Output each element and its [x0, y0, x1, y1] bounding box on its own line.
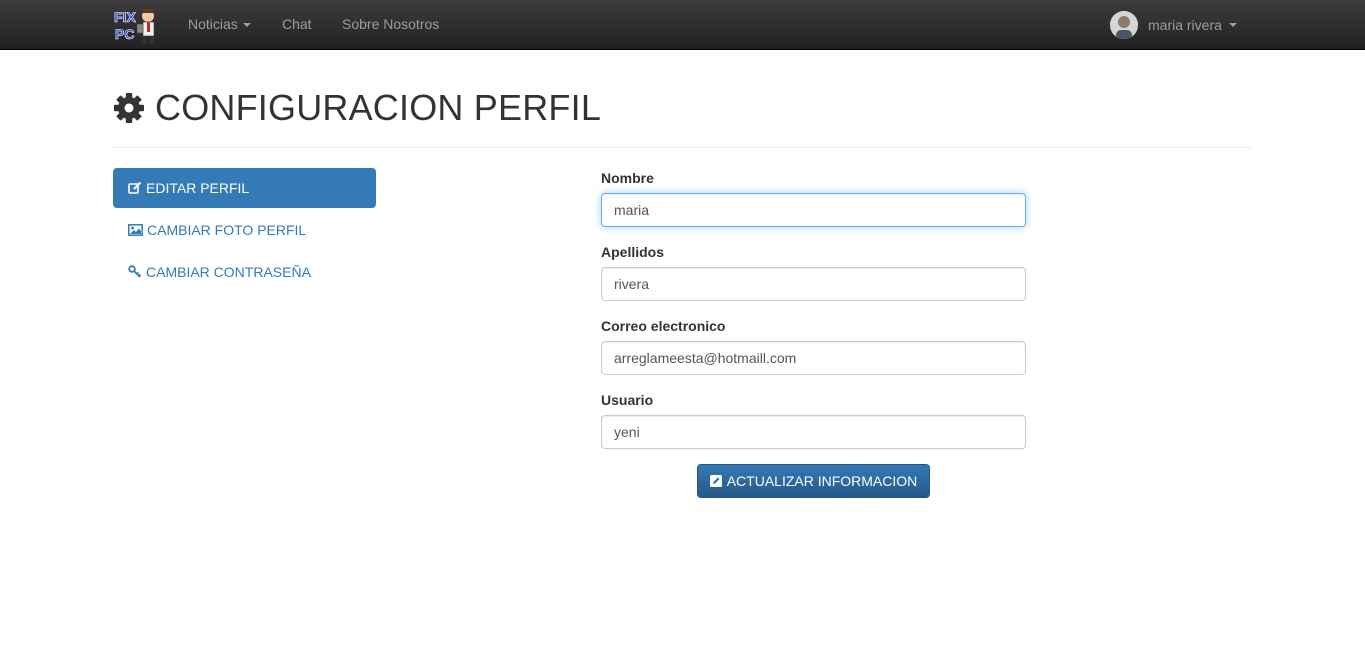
nav-sobre-nosotros-label: Sobre Nosotros — [342, 16, 440, 32]
nav-noticias[interactable]: Noticias — [188, 0, 251, 50]
caret-down-icon — [242, 23, 251, 28]
caret-down-icon — [1228, 23, 1237, 27]
correo-label: Correo electronico — [601, 318, 726, 334]
sidebar-item-label: CAMBIAR CONTRASEÑA — [146, 264, 311, 280]
nombre-label: Nombre — [601, 170, 654, 186]
page-header: CONFIGURACION PERFIL — [113, 86, 601, 130]
user-menu[interactable]: maria rivera — [1110, 0, 1237, 50]
sidebar-item-label: EDITAR PERFIL — [146, 180, 250, 196]
apellidos-label: Apellidos — [601, 244, 665, 260]
user-name: maria rivera — [1148, 17, 1222, 33]
sidebar-item-editar-perfil[interactable]: EDITAR PERFIL — [113, 168, 376, 208]
brand-logo-image: FIX PC — [114, 9, 155, 44]
gear-icon — [114, 93, 144, 123]
edit-icon — [128, 181, 142, 194]
avatar — [1110, 11, 1138, 39]
brand-line1: FIX — [114, 9, 136, 25]
brand-logo[interactable]: FIX PC — [113, 6, 159, 46]
correo-input[interactable] — [601, 341, 1026, 375]
sidebar-item-label: CAMBIAR FOTO PERFIL — [147, 222, 307, 238]
avatar-image — [1110, 11, 1138, 39]
actualizar-informacion-button[interactable]: ACTUALIZAR INFORMACION — [697, 464, 930, 498]
picture-icon — [128, 224, 143, 236]
nav-noticias-label: Noticias — [188, 16, 238, 32]
key-icon — [128, 265, 142, 278]
actualizar-informacion-label: ACTUALIZAR INFORMACION — [726, 473, 918, 489]
usuario-label: Usuario — [601, 392, 654, 408]
nav-chat-label: Chat — [282, 16, 312, 32]
pencil-square-icon — [709, 475, 722, 487]
sidebar-item-cambiar-foto-perfil[interactable]: CAMBIAR FOTO PERFIL — [113, 210, 376, 250]
header-divider — [113, 147, 1253, 148]
top-navbar: FIX PC Noticias Chat Sobre Nosotros mari — [0, 0, 1365, 50]
brand-line2: PC — [115, 26, 134, 42]
usuario-input[interactable] — [601, 415, 1026, 449]
apellidos-input[interactable] — [601, 267, 1026, 301]
nav-chat[interactable]: Chat — [282, 0, 312, 50]
sidebar-item-cambiar-contrasena[interactable]: CAMBIAR CONTRASEÑA — [113, 252, 376, 292]
nav-sobre-nosotros[interactable]: Sobre Nosotros — [342, 0, 439, 50]
nombre-input[interactable] — [601, 193, 1026, 227]
page-title: CONFIGURACION PERFIL — [155, 87, 602, 128]
